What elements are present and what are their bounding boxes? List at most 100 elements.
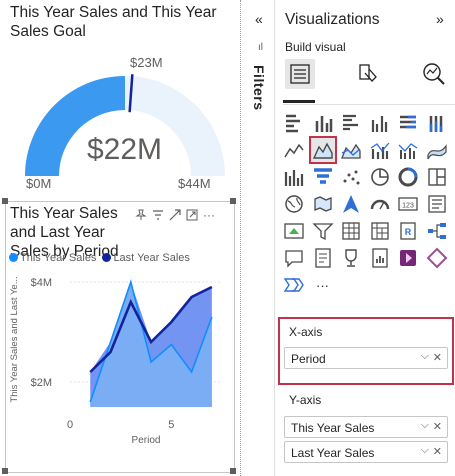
slicer-icon-glyph <box>311 223 334 241</box>
100-stacked-column-icon[interactable] <box>426 112 448 134</box>
treemap-icon[interactable] <box>426 166 448 188</box>
drill-icon[interactable] <box>169 209 181 221</box>
filters-side-icon: ıl <box>258 42 263 53</box>
paginated-report-icon-glyph <box>371 248 388 268</box>
x-tick-label: 0 <box>67 419 73 431</box>
resize-handle-br[interactable] <box>230 468 236 474</box>
r-visual-icon-glyph: R <box>400 222 416 240</box>
azure-map-icon-glyph <box>343 195 359 213</box>
collapse-filters-icon[interactable]: « <box>255 11 263 27</box>
stacked-area-icon-glyph <box>341 143 361 159</box>
line-chart-icon-glyph <box>284 143 304 158</box>
clustered-bar-icon-glyph <box>343 114 358 131</box>
canvas-border <box>240 0 241 476</box>
pie-icon[interactable] <box>369 166 391 188</box>
filters-label[interactable]: Filters <box>251 65 267 111</box>
filled-map-icon[interactable] <box>312 193 334 215</box>
waterfall-icon[interactable] <box>283 166 305 188</box>
y-axis-label: Y-axis <box>289 393 322 407</box>
clustered-column-icon[interactable] <box>369 112 391 134</box>
donut-icon[interactable] <box>397 166 419 188</box>
key-influencers-icon[interactable] <box>340 247 362 269</box>
chevron-down-icon[interactable]: ⌵ <box>421 350 429 363</box>
qa-icon[interactable] <box>283 247 305 269</box>
r-visual-icon[interactable]: R <box>397 220 419 242</box>
remove-field-icon[interactable]: ✕ <box>433 445 442 458</box>
remove-field-icon[interactable]: ✕ <box>433 351 442 364</box>
power-automate-icon[interactable] <box>426 247 448 269</box>
active-tab-underline <box>283 100 315 103</box>
more-visuals-icon[interactable]: ··· <box>312 274 334 296</box>
build-visual-label: Build visual <box>285 40 346 54</box>
stacked-column-icon[interactable] <box>312 112 334 134</box>
area-chart-icon[interactable] <box>308 136 337 164</box>
resize-handle-tr[interactable] <box>230 198 236 204</box>
donut-icon-glyph <box>398 167 418 187</box>
tab-separator <box>283 104 455 105</box>
build-visual-tab[interactable] <box>285 59 315 89</box>
100-stacked-bar-icon[interactable] <box>397 112 419 134</box>
scatter-icon[interactable] <box>340 166 362 188</box>
100-stacked-bar-icon-glyph <box>400 115 416 129</box>
stacked-bar-icon[interactable] <box>283 112 305 134</box>
qa-icon-glyph <box>285 250 303 268</box>
x-axis-title: Period <box>132 435 161 446</box>
matrix-icon[interactable] <box>369 220 391 242</box>
filled-map-icon-glyph <box>313 196 332 212</box>
pie-icon-glyph <box>370 168 389 186</box>
focus-mode-icon[interactable] <box>186 209 198 221</box>
x-tick-label: 5 <box>168 419 174 431</box>
resize-handle-bl[interactable] <box>2 468 8 474</box>
filter-icon[interactable] <box>152 209 164 221</box>
line-chart-icon[interactable] <box>283 139 305 161</box>
map-icon-glyph <box>285 195 303 213</box>
line-clustered-column-icon-glyph <box>398 143 418 159</box>
paginated-report-icon[interactable] <box>369 247 391 269</box>
y-tick-label: $2M <box>31 377 52 389</box>
format-visual-icon[interactable] <box>352 59 382 89</box>
line-clustered-column-icon[interactable] <box>397 139 419 161</box>
remove-field-icon[interactable]: ✕ <box>433 420 442 433</box>
gauge-icon[interactable] <box>369 193 391 215</box>
area-chart-plot[interactable]: $4M $2M 0 5 Period This Year Sales and Last Y… <box>0 260 240 460</box>
expand-pane-icon[interactable]: » <box>436 11 444 27</box>
gauge-min-label: $0M <box>26 176 52 191</box>
matrix-icon-glyph <box>370 222 389 240</box>
decomposition-tree-icon-glyph <box>427 223 446 239</box>
100-stacked-column-icon-glyph <box>429 116 442 132</box>
x-axis-field-period[interactable]: Period ⌵ ✕ <box>284 347 448 369</box>
kpi-icon-glyph <box>284 223 304 239</box>
pin-icon[interactable] <box>135 209 147 221</box>
slicer-icon[interactable] <box>311 220 334 242</box>
ribbon-chart-icon[interactable] <box>426 139 448 161</box>
resize-handle-tl[interactable] <box>2 198 8 204</box>
card-icon[interactable]: 123 <box>397 193 419 215</box>
chevron-down-icon[interactable]: ⌵ <box>421 444 429 457</box>
funnel-icon[interactable] <box>312 166 334 188</box>
table-icon-glyph <box>342 222 360 240</box>
visual-types-grid: 123 R ··· <box>283 112 453 302</box>
goals-icon-glyph <box>283 278 304 292</box>
stacked-area-icon[interactable] <box>340 139 362 161</box>
report-canvas: This Year Sales and This Year Sales Goal… <box>0 0 242 476</box>
multi-row-card-icon[interactable] <box>426 193 448 215</box>
goals-icon[interactable] <box>283 274 305 296</box>
stacked-bar-icon-glyph <box>286 114 300 133</box>
azure-map-icon[interactable] <box>340 193 362 215</box>
map-icon[interactable] <box>283 193 305 215</box>
decomposition-tree-icon[interactable] <box>426 220 448 242</box>
chevron-down-icon[interactable]: ⌵ <box>421 419 429 432</box>
y-axis-field-last-year[interactable]: Last Year Sales ⌵ ✕ <box>284 441 448 463</box>
kpi-icon[interactable] <box>283 220 305 242</box>
power-apps-icon[interactable] <box>397 247 419 269</box>
clustered-bar-icon[interactable] <box>340 112 362 134</box>
power-automate-icon-glyph <box>426 247 447 269</box>
more-options-icon[interactable]: ··· <box>203 208 215 222</box>
line-stacked-column-icon[interactable] <box>369 139 391 161</box>
table-icon[interactable] <box>340 220 362 242</box>
waterfall-icon-glyph <box>284 170 304 186</box>
narrative-icon[interactable] <box>312 247 334 269</box>
power-apps-icon-glyph <box>400 250 416 266</box>
analytics-icon[interactable] <box>418 59 448 89</box>
y-axis-field-this-year[interactable]: This Year Sales ⌵ ✕ <box>284 416 448 438</box>
